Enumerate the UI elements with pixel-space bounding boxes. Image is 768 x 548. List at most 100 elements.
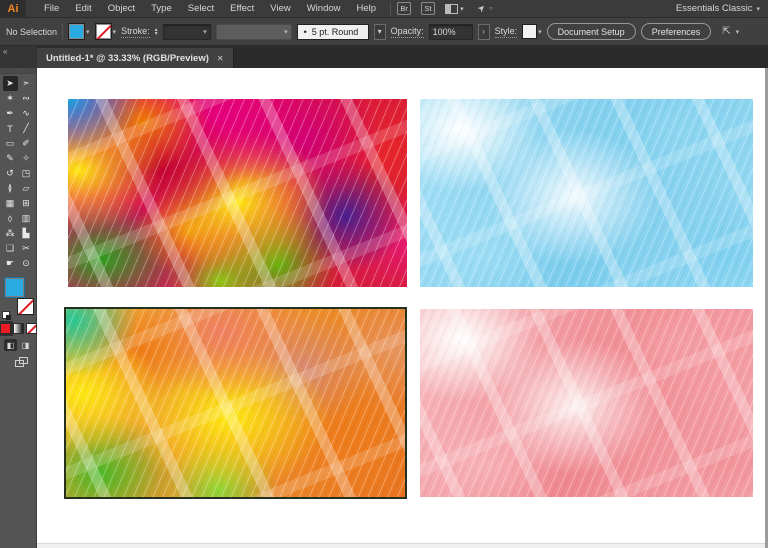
stroke-color-dropdown[interactable]: ▾ [95, 23, 117, 40]
stepper-down-icon[interactable]: ▾ [155, 32, 158, 36]
menu-object[interactable]: Object [100, 1, 143, 16]
fill-color-swatch[interactable] [68, 23, 85, 40]
menu-effect[interactable]: Effect [222, 1, 262, 16]
tools-grid: ➤➣✶∾✒∿T╱▭✐✎✧↺◳≬▱▦⊞◊▥⁂▙❏✂☛⊙ [3, 76, 34, 271]
style-swatch[interactable] [522, 24, 537, 39]
tool-perspective-grid[interactable]: ⊞ [19, 196, 34, 211]
tool-rotate[interactable]: ↺ [3, 166, 18, 181]
artwork-rainbow[interactable] [68, 99, 407, 287]
tools-panel-grip[interactable]: ····· [0, 68, 36, 74]
tool-symbol-sprayer[interactable]: ⁂ [3, 226, 18, 241]
preferences-button[interactable]: Preferences [641, 23, 712, 40]
chevron-down-icon[interactable]: ▾ [736, 28, 740, 36]
tool-pen[interactable]: ✒ [3, 106, 18, 121]
tool-line-segment[interactable]: ╱ [19, 121, 34, 136]
none-mode-button[interactable] [26, 323, 37, 334]
stock-button[interactable]: St [421, 2, 435, 15]
document-tab-bar: « Untitled-1* @ 33.33% (RGB/Preview) ✕ [0, 46, 768, 68]
chevron-down-icon[interactable]: ▾ [113, 28, 117, 36]
artwork-pink-recolor[interactable] [420, 309, 753, 497]
menu-help[interactable]: Help [349, 1, 385, 16]
tool-rectangle[interactable]: ▭ [3, 136, 18, 151]
tool-artboard[interactable]: ❏ [3, 241, 18, 256]
stroke-indicator-swatch[interactable] [17, 298, 34, 315]
tool-scale[interactable]: ◳ [19, 166, 34, 181]
tool-slice[interactable]: ✂ [19, 241, 34, 256]
fill-color-dropdown[interactable]: ▾ [68, 23, 90, 40]
chevron-down-icon[interactable]: ▾ [538, 28, 542, 36]
tool-eyedropper[interactable]: ◊ [3, 211, 18, 226]
fill-stroke-indicator[interactable] [2, 277, 34, 319]
tool-width[interactable]: ≬ [3, 181, 18, 196]
tool-shaper[interactable]: ✧ [19, 151, 34, 166]
workspace-switcher-label[interactable]: Essentials Classic [676, 3, 753, 14]
artboard-canvas[interactable] [37, 68, 765, 548]
tool-curvature[interactable]: ∿ [19, 106, 34, 121]
opacity-value: 100% [433, 27, 456, 37]
style-dropdown[interactable]: ▾ [522, 24, 542, 39]
document-setup-button[interactable]: Document Setup [547, 23, 636, 40]
tool-shape-builder[interactable]: ▦ [3, 196, 18, 211]
tool-magic-wand[interactable]: ✶ [3, 91, 18, 106]
tool-lasso[interactable]: ∾ [19, 91, 34, 106]
stroke-width-stepper[interactable]: ▴ ▾ [155, 28, 158, 36]
gradient-mode-button[interactable] [13, 323, 24, 334]
menu-window[interactable]: Window [299, 1, 349, 16]
arrange-documents-dropdown[interactable]: ▾ [445, 4, 464, 14]
tool-free-transform[interactable]: ▱ [19, 181, 34, 196]
bridge-button[interactable]: Br [397, 2, 411, 15]
artwork-warm-recolor-selected[interactable] [64, 307, 407, 499]
tool-gradient[interactable]: ▥ [19, 211, 34, 226]
double-chevron-left-icon: « [3, 47, 7, 56]
menu-list: FileEditObjectTypeSelectEffectViewWindow… [36, 1, 384, 16]
menu-file[interactable]: File [36, 1, 67, 16]
pasteboard-bottom-strip [37, 543, 765, 548]
change-screen-mode-icon[interactable] [15, 357, 29, 368]
gpu-performance-icon[interactable]: ➤ [475, 2, 488, 15]
toolbar-collapse-button[interactable]: « [0, 46, 37, 68]
tool-pencil[interactable]: ✎ [3, 151, 18, 166]
menu-view[interactable]: View [262, 1, 298, 16]
stroke-width-dropdown[interactable]: ▾ [163, 24, 211, 40]
document-tab[interactable]: Untitled-1* @ 33.33% (RGB/Preview) ✕ [37, 48, 234, 68]
opacity-flyout-button[interactable]: › [478, 24, 490, 40]
arrange-documents-icon [445, 4, 458, 14]
menu-edit[interactable]: Edit [67, 1, 99, 16]
selection-status: No Selection [6, 27, 57, 37]
color-mode-button[interactable] [0, 323, 11, 334]
opacity-label[interactable]: Opacity: [391, 26, 424, 38]
artwork-blue-recolor[interactable] [420, 99, 753, 287]
tool-hand[interactable]: ☛ [3, 256, 18, 271]
style-label[interactable]: Style: [495, 26, 518, 38]
default-fill-stroke-icon[interactable] [2, 311, 10, 319]
chevron-down-icon[interactable]: ▾ [86, 28, 90, 36]
divider [62, 24, 63, 40]
menu-bar: Ai FileEditObjectTypeSelectEffectViewWin… [0, 0, 768, 17]
opacity-input[interactable]: 100% [429, 24, 473, 40]
stroke-none-swatch[interactable] [95, 23, 112, 40]
brush-dropdown-chevron[interactable]: ▾ [374, 24, 386, 40]
variable-width-profile-dropdown[interactable]: ▾ [216, 24, 292, 40]
draw-behind-mode-icon[interactable]: ◨ [19, 339, 32, 351]
tool-selection[interactable]: ➤ [3, 76, 18, 91]
close-icon[interactable]: ✕ [217, 54, 224, 63]
illustrator-window: Ai FileEditObjectTypeSelectEffectViewWin… [0, 0, 768, 548]
control-bar: No Selection ▾ ▾ Stroke: ▴ ▾ ▾ ▾ • 5 pt.… [0, 17, 768, 46]
stroke-label[interactable]: Stroke: [121, 26, 150, 38]
chevron-down-icon[interactable]: ▾ [756, 5, 760, 13]
fill-indicator-swatch[interactable] [4, 277, 25, 298]
menu-type[interactable]: Type [143, 1, 180, 16]
chevron-right-icon: › [482, 27, 485, 36]
menu-select[interactable]: Select [180, 1, 222, 16]
draw-normal-mode-icon[interactable]: ◧ [4, 339, 17, 351]
chevron-down-icon[interactable]: ▾ [280, 28, 288, 36]
tool-zoom[interactable]: ⊙ [19, 256, 34, 271]
tool-paintbrush[interactable]: ✐ [19, 136, 34, 151]
chevron-down-icon: ▾ [460, 5, 464, 13]
tool-type[interactable]: T [3, 121, 18, 136]
tool-direct-selection[interactable]: ➣ [19, 76, 34, 91]
brush-definition-dropdown[interactable]: • 5 pt. Round [297, 24, 369, 40]
chevron-down-icon[interactable]: ▾ [199, 28, 207, 36]
select-similar-icon[interactable]: ⇱ [722, 26, 730, 37]
tool-column-graph[interactable]: ▙ [19, 226, 34, 241]
